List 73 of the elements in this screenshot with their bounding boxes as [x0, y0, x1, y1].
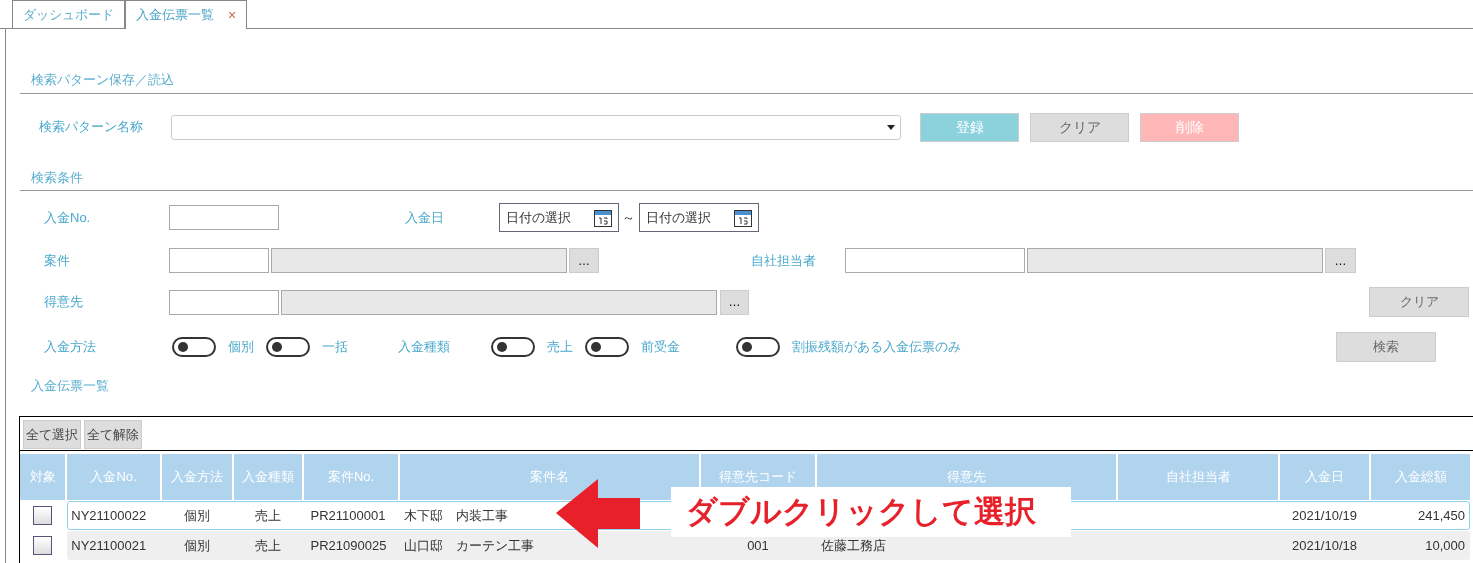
caret-icon: [887, 124, 895, 130]
field-label: 自社担当者: [751, 251, 817, 270]
section-heading: 検索パターン保存／読込: [30, 71, 175, 89]
input-field[interactable]: [845, 248, 1025, 273]
field-label: 案件: [44, 251, 71, 270]
input-field[interactable]: [169, 289, 279, 315]
checkbox[interactable]: [33, 506, 52, 525]
table-cell-text: 木下邸 内装工事: [403, 506, 509, 525]
table-cell-text: 10,000: [1424, 536, 1466, 555]
field-label: 入金種類: [398, 338, 451, 357]
table-cell-text: PR21090025: [309, 536, 388, 555]
table-cell-text: 個別: [183, 506, 211, 525]
range-separator: ～: [621, 208, 637, 227]
option-label: 前受金: [641, 338, 680, 357]
input-field[interactable]: [281, 289, 717, 315]
toggle-switch[interactable]: [266, 337, 310, 357]
column-header: 入金日: [1280, 454, 1369, 500]
checkbox[interactable]: [33, 536, 52, 555]
table-cell-text: 241,450: [1417, 506, 1466, 525]
table-cell-text: NY21100021: [70, 536, 148, 555]
table-cell-text: PR21100001: [309, 506, 387, 525]
more-button[interactable]: …: [569, 248, 599, 273]
date-field[interactable]: 日付の選択: [638, 203, 759, 232]
section-heading: 検索条件: [30, 168, 84, 187]
toolbar-button[interactable]: 全て解除: [84, 420, 142, 449]
column-header: 入金総額: [1371, 454, 1470, 500]
column-header: 入金方法: [162, 454, 232, 500]
close-icon[interactable]: ×: [228, 4, 237, 26]
input-field[interactable]: [169, 248, 269, 273]
table-cell-text: NY21100022: [70, 506, 148, 525]
date-field[interactable]: 日付の選択: [499, 203, 619, 232]
table-cell-text: 個別: [183, 536, 211, 555]
toggle-switch[interactable]: [491, 337, 535, 357]
column-header: 自社担当者: [1118, 454, 1278, 500]
column-header: 入金種類: [234, 454, 302, 500]
option-label: 個別: [228, 338, 254, 357]
table-cell-text: 2021/10/19: [1290, 506, 1359, 525]
column-header: 案件No.: [304, 454, 398, 500]
table-cell-text: 2021/10/18: [1290, 536, 1359, 555]
clear-button[interactable]: クリア: [1369, 287, 1469, 317]
input-field[interactable]: [169, 205, 279, 230]
toggle-switch[interactable]: [585, 337, 629, 357]
field-label: 得意先: [44, 293, 84, 312]
table-row[interactable]: NY21100021 個別 売上 PR21090025 山口邸 カーテン工事 001 佐藤工務店 2021/10/18 10,000: [67, 531, 1470, 560]
toolbar-button[interactable]: 全て選択: [23, 420, 81, 449]
table-cell-text: 売上: [254, 506, 282, 525]
callout-text: ダブルクリックして選択: [671, 487, 1071, 537]
button[interactable]: クリア: [1030, 112, 1129, 142]
column-header: 対象: [20, 454, 65, 500]
tab[interactable]: 入金伝票一覧 ×: [125, 0, 248, 29]
more-button[interactable]: …: [1325, 248, 1356, 273]
field-label: 検索パターン名称: [39, 118, 144, 137]
column-header: 入金No.: [67, 454, 160, 500]
table-cell-text: 売上: [254, 536, 282, 555]
column-header: 案件名: [400, 454, 699, 500]
more-button[interactable]: …: [720, 289, 749, 315]
search-button[interactable]: 検索: [1336, 332, 1436, 362]
toggle-switch[interactable]: [172, 337, 216, 357]
table-cell-text: 山口邸 カーテン工事: [403, 536, 535, 555]
calendar-icon[interactable]: [733, 208, 752, 227]
toggle-switch[interactable]: [736, 337, 780, 357]
table-cell-text: 001: [746, 536, 770, 555]
table-cell-text: 佐藤工務店: [820, 536, 887, 555]
input-field[interactable]: [1027, 248, 1323, 273]
option-label: 一括: [322, 338, 348, 357]
field-label: 入金日: [405, 208, 445, 227]
section-heading: 入金伝票一覧: [30, 377, 110, 395]
input-field[interactable]: [271, 248, 567, 273]
option-label: 割振残額がある入金伝票のみ: [792, 338, 961, 357]
calendar-icon[interactable]: [594, 208, 612, 227]
field-label: 入金No.: [44, 208, 92, 227]
option-label: 売上: [547, 338, 573, 357]
field-label: 入金方法: [44, 338, 97, 357]
